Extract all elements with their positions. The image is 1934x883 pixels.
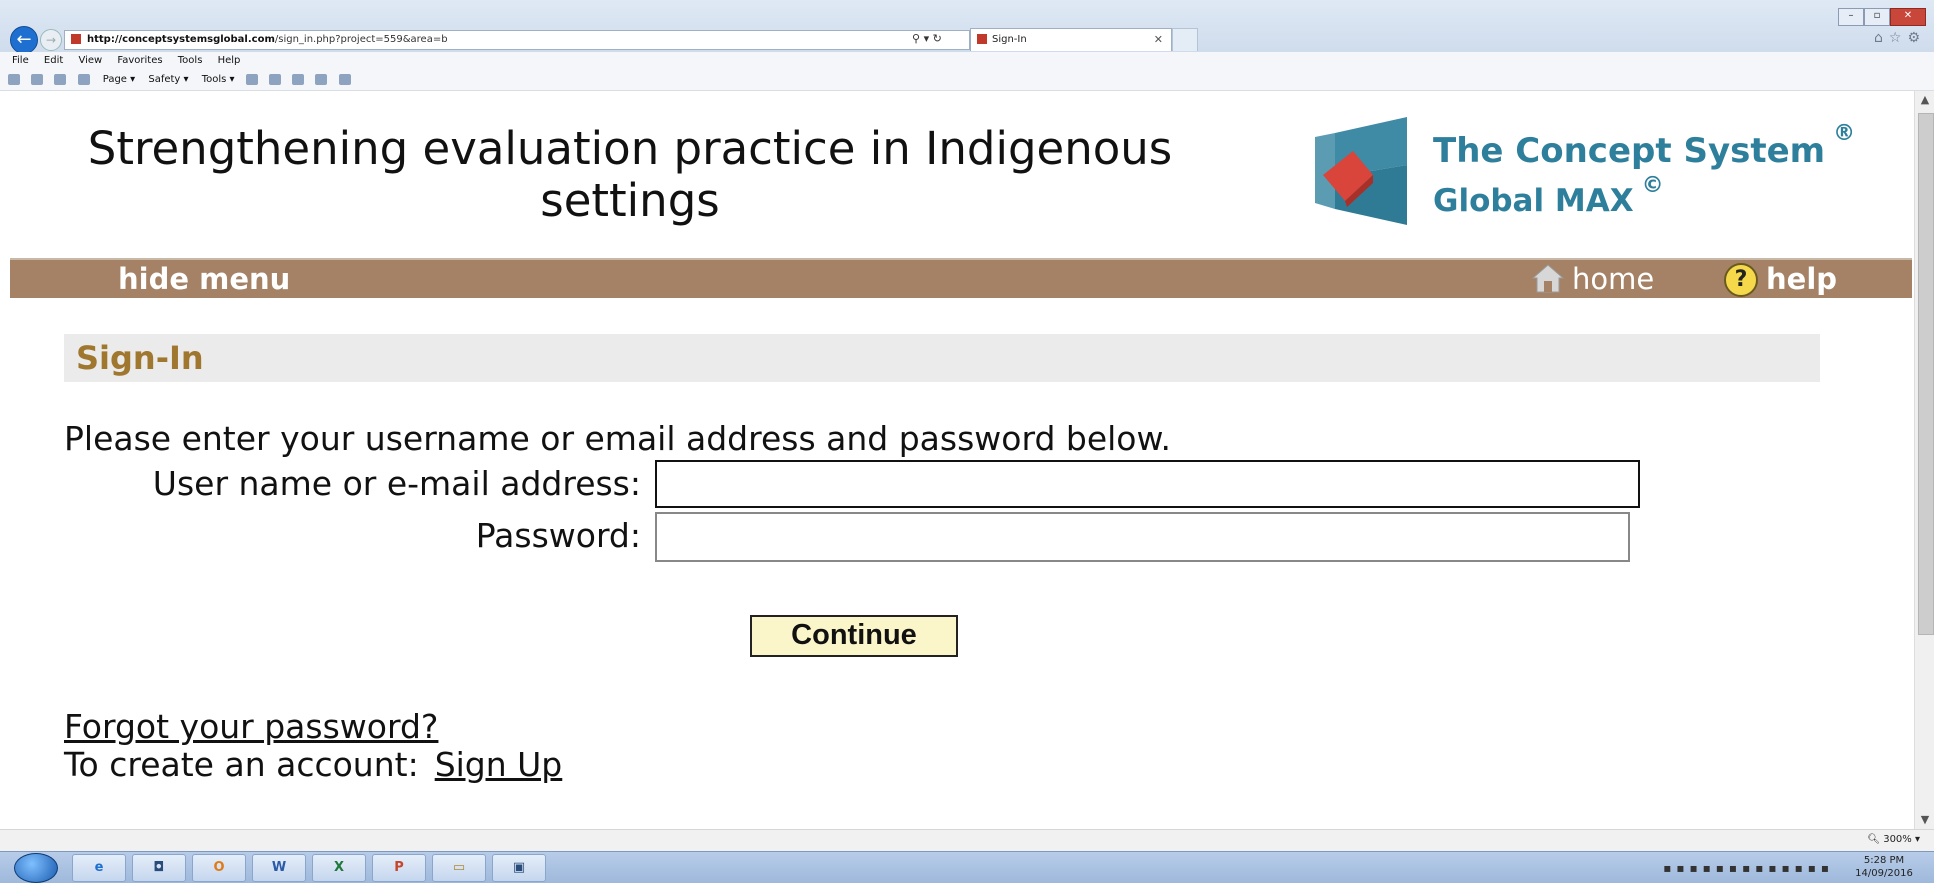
registered-mark: ® [1833, 121, 1856, 146]
home-cmd-icon[interactable] [8, 73, 20, 85]
explorer-taskbar-icon[interactable]: ▭ [432, 854, 486, 882]
concept-system-logo [1315, 117, 1407, 225]
dropdown-icon[interactable]: ▾ [924, 32, 930, 45]
tab-sign-in[interactable]: Sign-In ✕ [970, 28, 1172, 51]
menu-tools[interactable]: Tools [178, 55, 203, 66]
signin-instructions: Please enter your username or email addr… [64, 419, 1171, 458]
mail-icon[interactable] [54, 73, 67, 85]
scroll-up-icon[interactable]: ▲ [1915, 91, 1934, 109]
minimize-button[interactable]: – [1838, 8, 1864, 26]
favorites-star-icon[interactable]: ☆ [1889, 30, 1908, 46]
username-input[interactable] [655, 460, 1640, 508]
brand-line-1: The Concept System ® [1433, 121, 1855, 171]
hide-menu-link[interactable]: hide menu [118, 264, 290, 294]
refresh-icon[interactable]: ↻ [933, 32, 942, 45]
onenote-icon[interactable] [268, 73, 281, 85]
taskbar: e ◘ O W X P ▭ ▣ ▪▪▪▪▪▪▪▪▪▪▪▪▪ 5:28 PM 14… [0, 851, 1934, 883]
zoom-level[interactable]: 🔍︎ 300% ▾ [1867, 834, 1920, 845]
close-window-button[interactable]: ✕ [1890, 8, 1926, 26]
url-path: /sign_in.php?project=559&area=b [274, 34, 448, 45]
help-link[interactable]: ? help [1724, 263, 1837, 297]
command-bar: Page ▾ Safety ▾ Tools ▾ [0, 69, 1934, 91]
send-to-onenote-icon[interactable] [292, 73, 305, 85]
home-toolbar-icon[interactable]: ⌂ [1874, 30, 1889, 46]
start-button[interactable] [14, 853, 58, 883]
outlook-taskbar-icon[interactable]: O [192, 854, 246, 882]
feeds-icon[interactable] [31, 73, 44, 85]
status-bar: 🔍︎ 300% ▾ [0, 829, 1934, 852]
excel-taskbar-icon[interactable]: X [312, 854, 366, 882]
help-label: help [1766, 262, 1838, 296]
powerpoint-taskbar-icon[interactable]: P [372, 854, 426, 882]
clock-time: 5:28 PM [1863, 855, 1905, 866]
system-tray[interactable]: ▪▪▪▪▪▪▪▪▪▪▪▪▪ [1663, 861, 1834, 875]
browser-toolbar: – ▫ ✕ ← → http://conceptsystemsglobal.co… [0, 0, 1934, 54]
address-tools[interactable]: ⚲ ▾ ↻ [912, 30, 942, 48]
menu-view[interactable]: View [78, 55, 102, 66]
tools-menu[interactable]: Tools ▾ [202, 69, 235, 90]
brand-line-2: Global MAX © [1433, 173, 1664, 219]
create-account-row: To create an account: Sign Up [64, 745, 562, 784]
settings-gear-icon[interactable]: ⚙ [1907, 30, 1926, 46]
address-bar[interactable]: http://conceptsystemsglobal.com/sign_in.… [64, 30, 970, 50]
zoom-value: 300% [1883, 834, 1912, 845]
signin-title: Sign-In [76, 339, 204, 377]
research-icon[interactable] [315, 73, 328, 85]
nav-strip: hide menu home ? help [10, 258, 1912, 298]
menu-edit[interactable]: Edit [44, 55, 63, 66]
browser-right-icons: ⌂☆⚙ [1874, 30, 1926, 46]
tab-title: Sign-In [992, 34, 1027, 45]
site-title: Strengthening evaluation practice in Ind… [87, 122, 1173, 227]
safety-menu[interactable]: Safety ▾ [148, 69, 188, 90]
scroll-thumb[interactable] [1918, 113, 1934, 635]
forgot-password-link[interactable]: Forgot your password? [64, 707, 438, 746]
media-taskbar-icon[interactable]: ◘ [132, 854, 186, 882]
presentation-taskbar-icon[interactable]: ▣ [492, 854, 546, 882]
search-icon[interactable]: ⚲ [912, 32, 920, 45]
word-taskbar-icon[interactable]: W [252, 854, 306, 882]
ie-taskbar-icon[interactable]: e [72, 854, 126, 882]
password-label: Password: [475, 516, 641, 555]
home-link[interactable]: home [1532, 263, 1654, 295]
create-account-text: To create an account: [64, 745, 419, 784]
copyright-mark: © [1641, 173, 1664, 198]
menu-help[interactable]: Help [218, 55, 241, 66]
tab-favicon-icon [977, 34, 987, 44]
print-icon[interactable] [77, 73, 90, 85]
help-question-icon: ? [1724, 263, 1758, 297]
new-tab-button[interactable] [1172, 28, 1198, 51]
brand-name: The Concept System [1433, 131, 1826, 171]
zoom-icon: 🔍︎ [1867, 834, 1881, 845]
site-favicon-icon [71, 34, 81, 44]
page-content: Strengthening evaluation practice in Ind… [0, 91, 1912, 829]
signin-header: Sign-In [64, 334, 1820, 382]
maximize-button[interactable]: ▫ [1864, 8, 1890, 26]
help-cmd-icon[interactable] [245, 73, 258, 85]
page-menu[interactable]: Page ▾ [103, 69, 135, 90]
home-label: home [1572, 262, 1655, 296]
menu-file[interactable]: File [12, 55, 29, 66]
translate-icon[interactable] [338, 73, 351, 85]
password-input[interactable] [655, 512, 1630, 562]
menu-bar: File Edit View Favorites Tools Help [0, 52, 1934, 69]
clock-date: 14/09/2016 [1855, 868, 1913, 879]
continue-button[interactable]: Continue [750, 615, 958, 657]
menu-favorites[interactable]: Favorites [117, 55, 162, 66]
scroll-down-icon[interactable]: ▼ [1915, 811, 1934, 829]
clock[interactable]: 5:28 PM 14/09/2016 [1844, 854, 1924, 880]
house-icon [1532, 264, 1564, 293]
username-label: User name or e-mail address: [152, 464, 641, 503]
vertical-scrollbar[interactable]: ▲ ▼ [1914, 91, 1934, 829]
brand-product: Global MAX [1433, 183, 1634, 219]
forward-button[interactable]: → [40, 29, 62, 51]
tab-close-icon[interactable]: ✕ [1154, 29, 1163, 51]
url-domain: http://conceptsystemsglobal.com [87, 34, 275, 45]
sign-up-link[interactable]: Sign Up [435, 745, 563, 784]
back-button[interactable]: ← [10, 26, 38, 54]
